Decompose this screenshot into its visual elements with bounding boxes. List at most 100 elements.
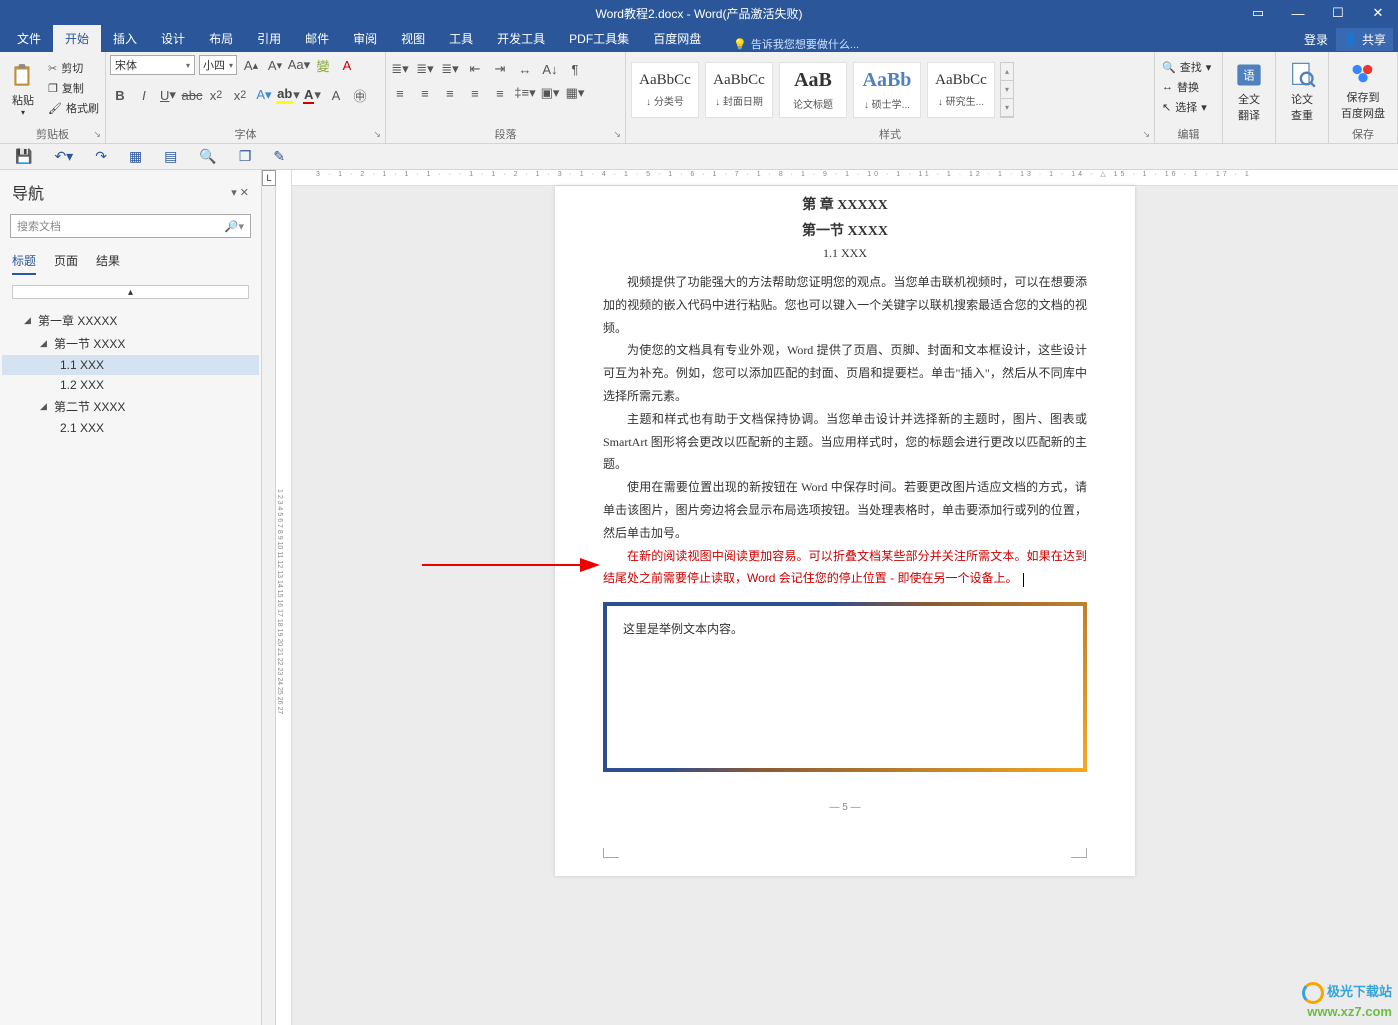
sort-button[interactable]: A↓: [540, 59, 560, 79]
decrease-indent-button[interactable]: ⇤: [465, 59, 485, 79]
show-marks-button[interactable]: ¶: [565, 59, 585, 79]
increase-indent-button[interactable]: ⇥: [490, 59, 510, 79]
cut-button[interactable]: ✂剪切: [46, 59, 101, 77]
tab-design[interactable]: 设计: [149, 25, 197, 52]
doc-paragraph[interactable]: 主题和样式也有助于文档保持协调。当您单击设计并选择新的主题时，图片、图表或 Sm…: [603, 408, 1087, 476]
copy-button[interactable]: ❐复制: [46, 79, 101, 97]
underline-button[interactable]: U▾: [158, 85, 178, 105]
align-right-button[interactable]: ≡: [440, 83, 460, 103]
justify-button[interactable]: ≡: [465, 83, 485, 103]
tab-view[interactable]: 视图: [389, 25, 437, 52]
doc-heading3[interactable]: 1.1 XXX: [603, 246, 1087, 261]
doc-paragraph[interactable]: 使用在需要位置出现的新按钮在 Word 中保存时间。若要更改图片适应文档的方式，…: [603, 476, 1087, 544]
doc-paragraph[interactable]: 视频提供了功能强大的方法帮助您证明您的观点。当您单击联机视频时，可以在想要添加的…: [603, 271, 1087, 339]
share-button[interactable]: 👤 共享: [1336, 28, 1393, 51]
qat-icon[interactable]: ❐: [239, 148, 252, 165]
text-box[interactable]: 这里是举例文本内容。: [603, 602, 1087, 772]
qat-icon[interactable]: ▦: [129, 148, 142, 165]
tell-me[interactable]: 💡 告诉我您想要做什么...: [733, 36, 859, 52]
qat-icon[interactable]: ▤: [164, 148, 177, 165]
style-item[interactable]: AaBb↓ 硕士学...: [853, 62, 921, 118]
subscript-button[interactable]: x2: [206, 85, 226, 105]
doc-paragraph-highlight[interactable]: 在新的阅读视图中阅读更加容易。可以折叠文档某些部分并关注所需文本。如果在达到结尾…: [603, 545, 1087, 591]
dialog-launcher-icon[interactable]: ↘: [93, 129, 101, 140]
multilevel-button[interactable]: ≣▾: [440, 59, 460, 79]
tab-home[interactable]: 开始: [53, 25, 101, 52]
save-baidu-button[interactable]: 保存到百度网盘: [1333, 55, 1393, 125]
tab-references[interactable]: 引用: [245, 25, 293, 52]
styles-scroll[interactable]: ▴▾▾: [1000, 62, 1014, 118]
highlight-button[interactable]: ab▾: [278, 85, 298, 105]
thesis-check-button[interactable]: 论文查重: [1280, 55, 1324, 129]
nav-item[interactable]: ◢第一节 XXXX: [2, 332, 259, 355]
style-item[interactable]: AaBbCc↓ 研究生...: [927, 62, 995, 118]
borders-button[interactable]: ▦▾: [565, 83, 585, 103]
dialog-launcher-icon[interactable]: ↘: [613, 129, 621, 140]
select-button[interactable]: ↖选择▾: [1159, 99, 1218, 115]
ruler-selector[interactable]: L: [262, 170, 276, 1025]
format-painter-button[interactable]: 🖌格式刷: [46, 99, 101, 117]
maximize-icon[interactable]: ☐: [1318, 0, 1358, 26]
numbering-button[interactable]: ≣▾: [415, 59, 435, 79]
dialog-launcher-icon[interactable]: ↘: [1142, 129, 1150, 140]
doc-heading2[interactable]: 第一节 XXXX: [603, 220, 1087, 240]
qat-icon[interactable]: ✎: [273, 148, 285, 165]
char-shading-button[interactable]: A: [326, 85, 346, 105]
ribbon-display-icon[interactable]: ▭: [1238, 0, 1278, 26]
text-effects-button[interactable]: A▾: [254, 85, 274, 105]
qat-icon[interactable]: 🔍: [199, 148, 216, 165]
align-center-button[interactable]: ≡: [415, 83, 435, 103]
shrink-font-button[interactable]: A▾: [265, 55, 285, 75]
tab-pdf-tools[interactable]: PDF工具集: [557, 25, 641, 52]
bullets-button[interactable]: ≣▾: [390, 59, 410, 79]
doc-paragraph[interactable]: 为使您的文档具有专业外观，Word 提供了页眉、页脚、封面和文本框设计，这些设计…: [603, 339, 1087, 407]
tab-file[interactable]: 文件: [5, 25, 53, 52]
close-icon[interactable]: ✕: [1358, 0, 1398, 26]
char-border-button[interactable]: A: [337, 55, 357, 75]
enclose-char-button[interactable]: ㊥: [350, 85, 370, 105]
nav-tab-pages[interactable]: 页面: [54, 252, 78, 275]
tab-developer[interactable]: 开发工具: [485, 25, 557, 52]
italic-button[interactable]: I: [134, 85, 154, 105]
nav-item[interactable]: ◢第一章 XXXXX: [2, 309, 259, 332]
document-area[interactable]: 3 · 1 · 2 · 1 · 1 · 1 · · · 1 · 1 · 2 · …: [292, 170, 1398, 1025]
minimize-icon[interactable]: —: [1278, 0, 1318, 26]
replace-button[interactable]: ↔替换: [1159, 79, 1218, 95]
line-spacing-button[interactable]: ‡≡▾: [515, 83, 535, 103]
redo-icon[interactable]: ↷: [95, 148, 107, 165]
translate-button[interactable]: 语 全文翻译: [1227, 55, 1271, 129]
nav-search-input[interactable]: 搜索文档 🔎▾: [10, 214, 251, 238]
login-button[interactable]: 登录: [1304, 31, 1328, 48]
shading-button[interactable]: ▣▾: [540, 83, 560, 103]
find-button[interactable]: 🔍查找▾: [1159, 59, 1218, 75]
superscript-button[interactable]: x2: [230, 85, 250, 105]
style-item[interactable]: AaBbCc↓ 分类号: [631, 62, 699, 118]
style-item[interactable]: AaB论文标题: [779, 62, 847, 118]
font-color-button[interactable]: A▾: [302, 85, 322, 105]
nav-tab-results[interactable]: 结果: [96, 252, 120, 275]
strike-button[interactable]: abc: [182, 85, 202, 105]
phonetic-button[interactable]: 變: [313, 55, 333, 75]
nav-collapse-button[interactable]: ▴: [12, 285, 249, 299]
undo-icon[interactable]: ↶▾: [54, 148, 73, 165]
tab-review[interactable]: 审阅: [341, 25, 389, 52]
align-left-button[interactable]: ≡: [390, 83, 410, 103]
nav-item[interactable]: 2.1 XXX: [2, 418, 259, 438]
change-case-button[interactable]: Aa▾: [289, 55, 309, 75]
nav-item[interactable]: ◢第二节 XXXX: [2, 395, 259, 418]
distribute-button[interactable]: ≡: [490, 83, 510, 103]
dialog-launcher-icon[interactable]: ↘: [373, 129, 381, 140]
doc-heading1[interactable]: 第 章 XXXXX: [603, 194, 1087, 214]
font-name-input[interactable]: 宋体▾: [110, 55, 195, 75]
tab-layout[interactable]: 布局: [197, 25, 245, 52]
tab-mailings[interactable]: 邮件: [293, 25, 341, 52]
nav-tab-headings[interactable]: 标题: [12, 252, 36, 275]
style-item[interactable]: AaBbCc↓ 封面日期: [705, 62, 773, 118]
nav-item[interactable]: 1.1 XXX: [2, 355, 259, 375]
grow-font-button[interactable]: A▴: [241, 55, 261, 75]
bold-button[interactable]: B: [110, 85, 130, 105]
ltr-button[interactable]: ↔: [515, 59, 535, 79]
save-icon[interactable]: 💾: [15, 148, 32, 165]
font-size-input[interactable]: 小四▾: [199, 55, 237, 75]
tab-insert[interactable]: 插入: [101, 25, 149, 52]
